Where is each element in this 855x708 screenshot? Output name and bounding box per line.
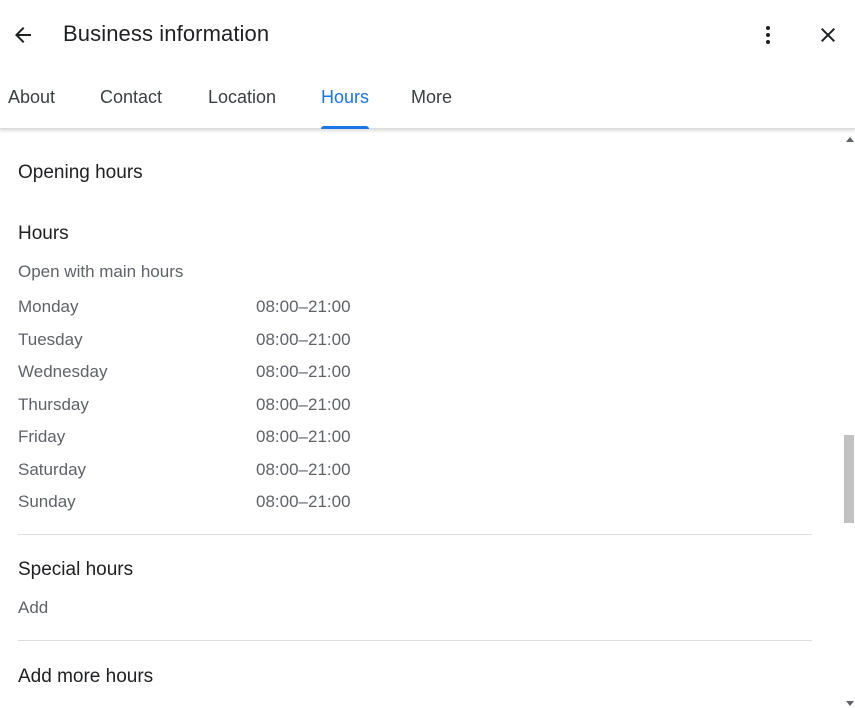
day-hours: 08:00–21:00	[256, 492, 351, 511]
more-vert-icon	[766, 26, 770, 44]
tab-hours[interactable]: Hours	[321, 87, 370, 129]
add-more-hours-title[interactable]: Add more hours	[18, 666, 153, 688]
header: Business information	[0, 0, 855, 70]
page-title: Business information	[63, 21, 270, 46]
day-hours: 08:00–21:00	[256, 362, 351, 381]
tab-label: Contact	[100, 87, 163, 107]
divider	[18, 534, 812, 535]
day-label: Wednesday	[18, 362, 108, 381]
tab-label: More	[411, 87, 453, 107]
hours-content: Opening hours Hours Open with main hours…	[0, 129, 843, 708]
day-hours: 08:00–21:00	[256, 395, 351, 414]
divider	[18, 640, 812, 641]
tab-more[interactable]: More	[411, 87, 452, 129]
back-button[interactable]	[6, 18, 40, 52]
day-hours: 08:00–21:00	[256, 297, 351, 316]
active-tab-indicator	[321, 126, 370, 129]
special-hours-title[interactable]: Special hours	[18, 559, 133, 581]
tab-bar: About Contact Location Hours More	[0, 70, 855, 129]
day-label: Saturday	[18, 460, 87, 479]
scroll-down-arrow-icon[interactable]	[846, 701, 854, 706]
tab-location[interactable]: Location	[208, 87, 276, 129]
add-special-hours-link[interactable]: Add	[18, 598, 48, 618]
tab-label: Hours	[321, 87, 370, 107]
tab-label: Location	[208, 87, 277, 107]
scroll-thumb[interactable]	[844, 435, 854, 523]
scrollbar[interactable]	[843, 129, 855, 708]
day-hours: 08:00–21:00	[256, 460, 351, 479]
opening-hours-title: Opening hours	[18, 162, 143, 183]
scroll-up-arrow-icon[interactable]	[846, 137, 854, 142]
day-label: Monday	[18, 297, 79, 316]
day-label: Tuesday	[18, 330, 83, 349]
tab-contact[interactable]: Contact	[100, 87, 162, 129]
day-label: Thursday	[18, 395, 89, 414]
tab-about[interactable]: About	[8, 87, 55, 129]
more-options-button[interactable]	[752, 18, 784, 52]
day-label: Friday	[18, 427, 66, 446]
tab-label: About	[8, 87, 56, 107]
day-hours: 08:00–21:00	[256, 427, 351, 446]
day-label: Sunday	[18, 492, 76, 511]
business-information-panel: Business information About Contact Locat…	[0, 0, 855, 708]
close-button[interactable]	[812, 18, 844, 52]
arrow-back-icon	[15, 27, 31, 43]
close-icon	[821, 28, 835, 42]
day-hours: 08:00–21:00	[256, 330, 351, 349]
hours-status: Open with main hours	[18, 262, 184, 281]
hours-title[interactable]: Hours	[18, 223, 69, 245]
